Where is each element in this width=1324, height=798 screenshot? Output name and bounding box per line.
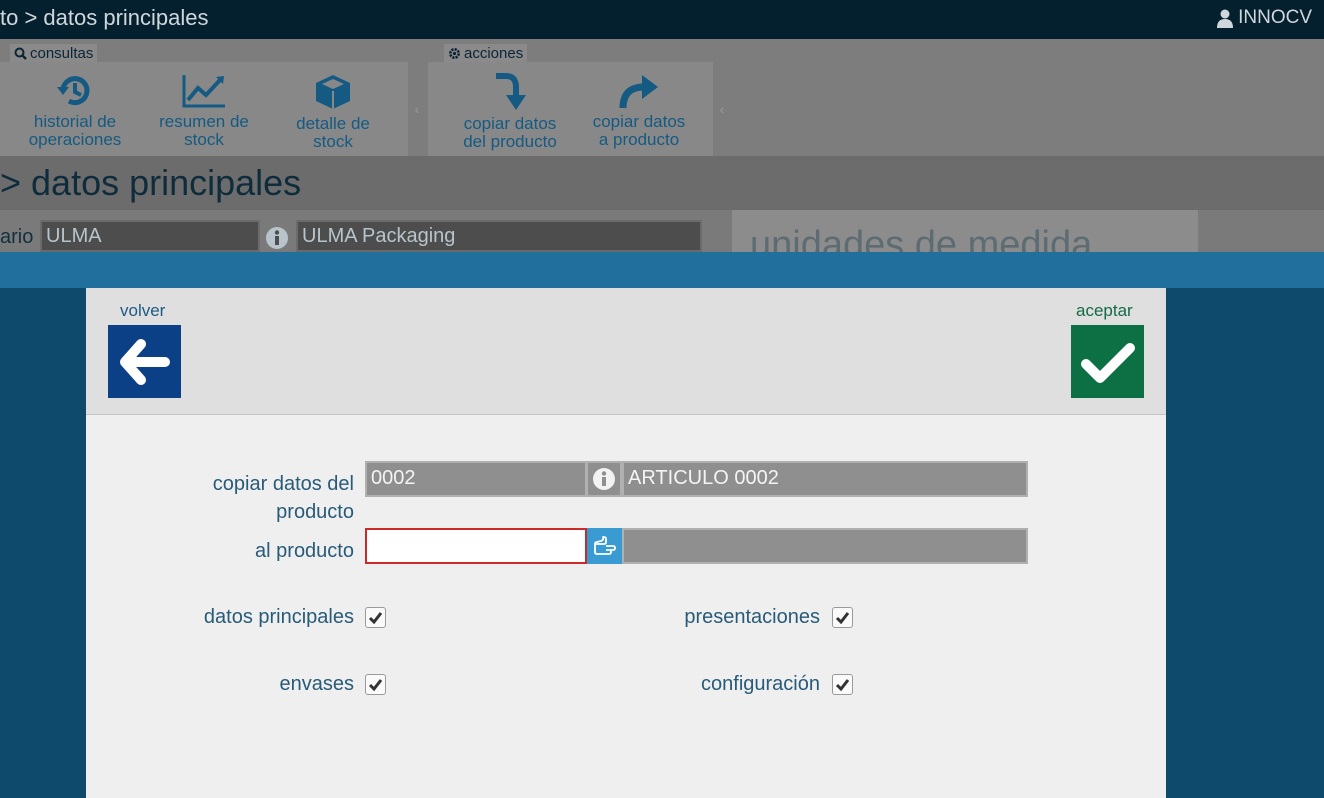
section-title: > datos principales bbox=[0, 162, 302, 203]
to-product-code-input[interactable] bbox=[365, 528, 587, 564]
accept-label: aceptar bbox=[1076, 301, 1133, 320]
detalle-stock-button[interactable]: detalle de stock bbox=[268, 73, 398, 151]
copy-from-code-field: 0002 bbox=[365, 461, 587, 497]
datos-principales-checkbox[interactable] bbox=[365, 607, 386, 628]
checkmark-icon bbox=[835, 611, 850, 624]
share-arrow-icon bbox=[619, 75, 658, 109]
top-bar: to > datos principales INNOCV bbox=[0, 0, 1324, 39]
user-icon bbox=[1217, 9, 1234, 28]
arrow-left-icon bbox=[119, 338, 170, 385]
back-button[interactable] bbox=[108, 325, 181, 398]
collapse-consultas-button[interactable]: ‹ bbox=[408, 62, 426, 156]
check-icon bbox=[1080, 342, 1135, 383]
checkmark-icon bbox=[835, 678, 850, 691]
copiar-datos-a-producto-button[interactable]: copiar datos a producto bbox=[574, 73, 704, 149]
background-form-row: ario ULMA ULMA Packaging unidades de med… bbox=[0, 210, 1324, 252]
search-icon bbox=[14, 47, 27, 60]
background-code-field: ULMA bbox=[40, 220, 260, 252]
collapse-acciones-button[interactable]: ‹ bbox=[713, 62, 731, 156]
configuracion-checkbox[interactable] bbox=[832, 674, 853, 695]
section-title-bar: > datos principales bbox=[0, 156, 1324, 210]
copiar-datos-del-producto-button[interactable]: copiar datos del producto bbox=[445, 73, 575, 151]
copy-product-dialog: volver aceptar copiar datos del producto… bbox=[86, 288, 1166, 798]
pointing-hand-icon bbox=[594, 536, 616, 555]
to-product-name-field bbox=[622, 528, 1028, 564]
cube-icon bbox=[316, 75, 350, 109]
resumen-stock-button[interactable]: resumen de stock bbox=[139, 73, 269, 149]
datos-principales-label: datos principales bbox=[203, 606, 354, 628]
configuracion-label: configuración bbox=[701, 673, 820, 695]
back-label: volver bbox=[120, 301, 166, 320]
background-field-label: ario bbox=[0, 226, 34, 248]
group-label-acciones: acciones bbox=[444, 44, 528, 62]
envases-checkbox[interactable] bbox=[365, 674, 386, 695]
modal-overlay-strip bbox=[0, 252, 1324, 288]
background-name-field: ULMA Packaging bbox=[296, 220, 702, 252]
info-icon bbox=[593, 468, 615, 490]
accept-button[interactable] bbox=[1071, 325, 1144, 398]
units-panel: unidades de medida bbox=[732, 210, 1198, 252]
to-product-label: al producto bbox=[255, 540, 354, 562]
checkmark-icon bbox=[368, 678, 383, 691]
user-name: INNOCV bbox=[1238, 7, 1312, 28]
group-label-consultas: consultas bbox=[10, 44, 98, 62]
presentaciones-checkbox[interactable] bbox=[832, 607, 853, 628]
copy-from-label: copiar datos del producto bbox=[212, 473, 354, 523]
copy-from-name-field: ARTICULO 0002 bbox=[622, 461, 1028, 497]
breadcrumb: to > datos principales bbox=[0, 5, 209, 30]
user-menu[interactable]: INNOCV bbox=[1216, 7, 1312, 29]
info-icon bbox=[266, 227, 288, 249]
toolbar-ribbon: consultas acciones ‹ ‹ historial de oper… bbox=[0, 39, 1324, 156]
copy-from-info-button[interactable] bbox=[586, 461, 622, 497]
dialog-header: volver aceptar bbox=[86, 288, 1166, 415]
envases-label: envases bbox=[279, 673, 355, 695]
units-panel-title: unidades de medida bbox=[750, 224, 1093, 252]
arrow-down-turn-icon bbox=[496, 73, 526, 110]
gear-icon bbox=[449, 47, 460, 59]
checkmark-icon bbox=[368, 611, 383, 624]
historial-operaciones-button[interactable]: historial de operaciones bbox=[10, 73, 140, 149]
presentaciones-label: presentaciones bbox=[684, 606, 820, 628]
history-icon bbox=[57, 76, 90, 106]
line-chart-icon bbox=[182, 75, 225, 108]
pick-product-button[interactable] bbox=[587, 528, 623, 564]
